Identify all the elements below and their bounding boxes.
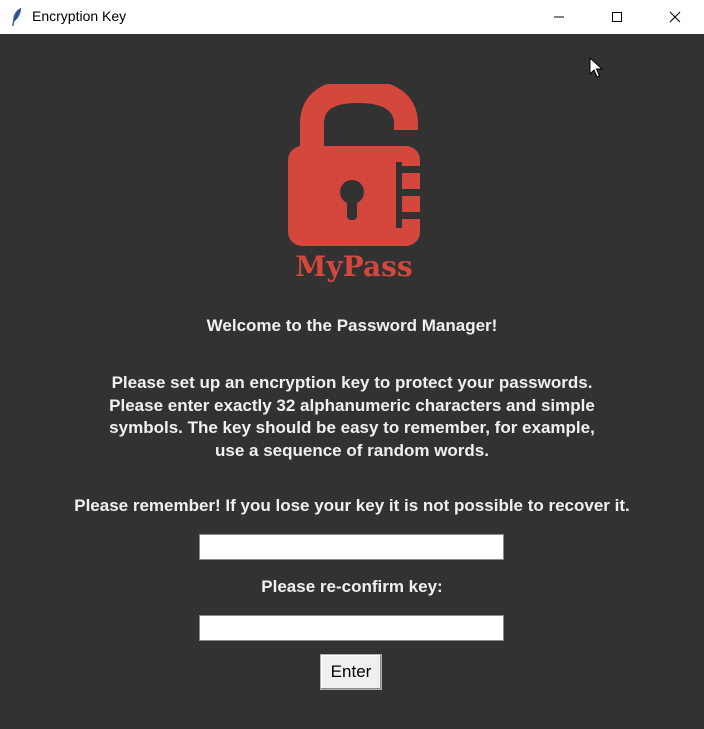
logo-brand-text: MyPass bbox=[295, 250, 413, 283]
minimize-icon bbox=[554, 16, 564, 18]
mouse-cursor-icon bbox=[589, 57, 603, 78]
confirm-key-label: Please re-confirm key: bbox=[261, 577, 443, 596]
enter-button[interactable]: Enter bbox=[320, 654, 382, 690]
title-bar: Encryption Key bbox=[0, 0, 704, 34]
unlocked-padlock-icon bbox=[288, 78, 422, 246]
instructions-text: Please set up an encryption key to prote… bbox=[109, 373, 595, 460]
confirm-key-input[interactable] bbox=[199, 615, 504, 641]
close-icon bbox=[669, 11, 681, 23]
welcome-heading: Welcome to the Password Manager! bbox=[206, 316, 498, 335]
window-title: Encryption Key bbox=[32, 8, 127, 24]
warning-text: Please remember! If you lose your key it… bbox=[74, 496, 630, 515]
key-input[interactable] bbox=[199, 534, 504, 560]
window-controls bbox=[530, 0, 704, 34]
minimize-button[interactable] bbox=[530, 0, 588, 34]
app-window: Encryption Key MyPass Welcome to the Pas… bbox=[0, 0, 704, 729]
maximize-button[interactable] bbox=[588, 0, 646, 34]
close-button[interactable] bbox=[646, 0, 704, 34]
mypass-logo: MyPass bbox=[282, 78, 426, 284]
feather-icon bbox=[12, 7, 22, 26]
maximize-icon bbox=[612, 12, 622, 22]
